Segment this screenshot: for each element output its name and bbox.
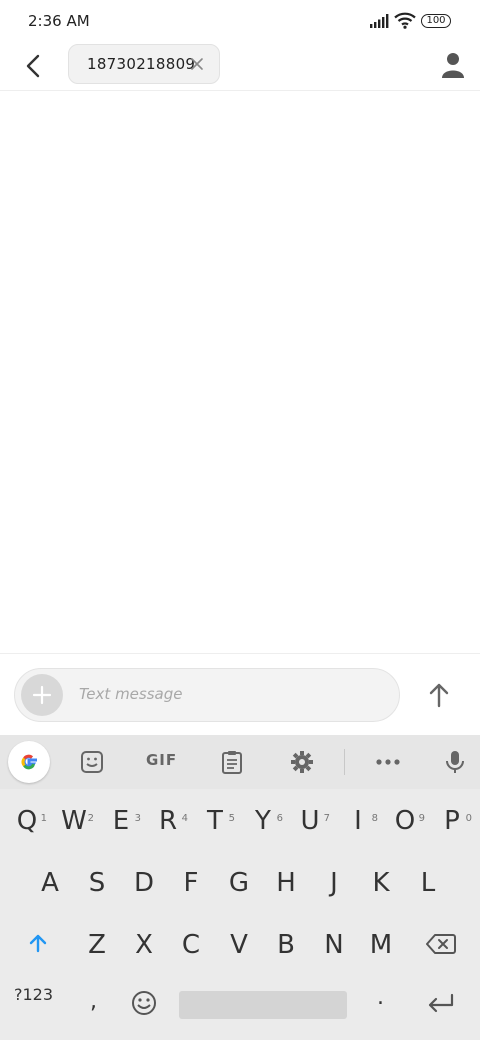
more-icon[interactable] [374, 748, 402, 776]
key-y[interactable]: Y6 [239, 791, 287, 851]
key-f[interactable]: F [167, 853, 215, 913]
status-time: 2:36 AM [28, 12, 90, 30]
back-button[interactable] [18, 48, 50, 84]
settings-gear-icon[interactable] [288, 748, 316, 776]
key-hint: 9 [418, 813, 425, 824]
toolbar-divider [344, 749, 345, 775]
key-z[interactable]: Z [73, 915, 121, 975]
key-hint: 5 [228, 813, 235, 824]
plus-icon [32, 685, 52, 705]
key-hint: 6 [276, 813, 283, 824]
key-s[interactable]: S [73, 853, 121, 913]
key-v[interactable]: V [215, 915, 263, 975]
key-d[interactable]: D [120, 853, 168, 913]
gif-button[interactable]: GIF [146, 751, 177, 769]
key-b[interactable]: B [262, 915, 310, 975]
period-key[interactable]: . [377, 985, 384, 1010]
key-e[interactable]: E3 [97, 791, 145, 851]
key-hint: 3 [134, 813, 141, 824]
clipboard-icon[interactable] [218, 748, 246, 776]
comma-key[interactable]: , [90, 989, 97, 1014]
key-w[interactable]: W2 [50, 791, 98, 851]
keyboard: GIF Q1 W2 E3 R4 T5 Y6 U7 I8 O9 P 0 A S D… [0, 735, 480, 1040]
key-c[interactable]: C [167, 915, 215, 975]
google-g-icon [21, 754, 37, 770]
emoji-icon[interactable] [130, 989, 158, 1017]
wifi-icon [394, 12, 416, 29]
conversation-header: 18730218809 [0, 42, 480, 91]
key-t[interactable]: T5 [191, 791, 239, 851]
key-g[interactable]: G [215, 853, 263, 913]
enter-icon[interactable] [426, 993, 456, 1015]
recipient-chip[interactable]: 18730218809 [68, 44, 220, 84]
key-hint: 7 [323, 813, 330, 824]
key-m[interactable]: M [357, 915, 405, 975]
message-input[interactable]: Text message [79, 685, 182, 703]
recipient-number: 18730218809 [87, 55, 196, 73]
contact-icon[interactable] [438, 48, 468, 82]
status-bar: 2:36 AM 100 [0, 0, 480, 42]
message-list [0, 91, 480, 653]
key-hint: 0 [465, 813, 472, 824]
attach-button[interactable] [21, 674, 63, 716]
key-q[interactable]: Q1 [3, 791, 51, 851]
message-field[interactable]: Text message [14, 668, 400, 722]
key-u[interactable]: U7 [286, 791, 334, 851]
google-icon[interactable] [8, 741, 50, 783]
keyboard-toolbar: GIF [0, 735, 480, 789]
key-o[interactable]: O9 [381, 791, 429, 851]
symbols-key[interactable]: ?123 [14, 985, 53, 1004]
composer: Text message [0, 653, 480, 736]
key-x[interactable]: X [120, 915, 168, 975]
key-hint: 2 [87, 813, 94, 824]
microphone-icon[interactable] [441, 748, 469, 776]
key-j[interactable]: J [310, 853, 358, 913]
key-h[interactable]: H [262, 853, 310, 913]
key-a[interactable]: A [26, 853, 74, 913]
battery-icon: 100 [421, 14, 451, 28]
space-key[interactable] [179, 991, 347, 1019]
key-hint: 8 [371, 813, 378, 824]
key-k[interactable]: K [357, 853, 405, 913]
key-r[interactable]: R4 [144, 791, 192, 851]
key-n[interactable]: N [310, 915, 358, 975]
key-hint: 1 [40, 813, 47, 824]
key-i[interactable]: I8 [334, 791, 382, 851]
signal-icon [370, 14, 389, 28]
shift-icon[interactable] [26, 931, 50, 955]
key-p[interactable]: P0 [428, 791, 476, 851]
key-l[interactable]: L [404, 853, 452, 913]
sticker-icon[interactable] [78, 748, 106, 776]
key-hint: 4 [181, 813, 188, 824]
close-icon[interactable] [189, 56, 205, 72]
backspace-icon[interactable] [426, 933, 456, 955]
send-button[interactable] [420, 676, 458, 714]
